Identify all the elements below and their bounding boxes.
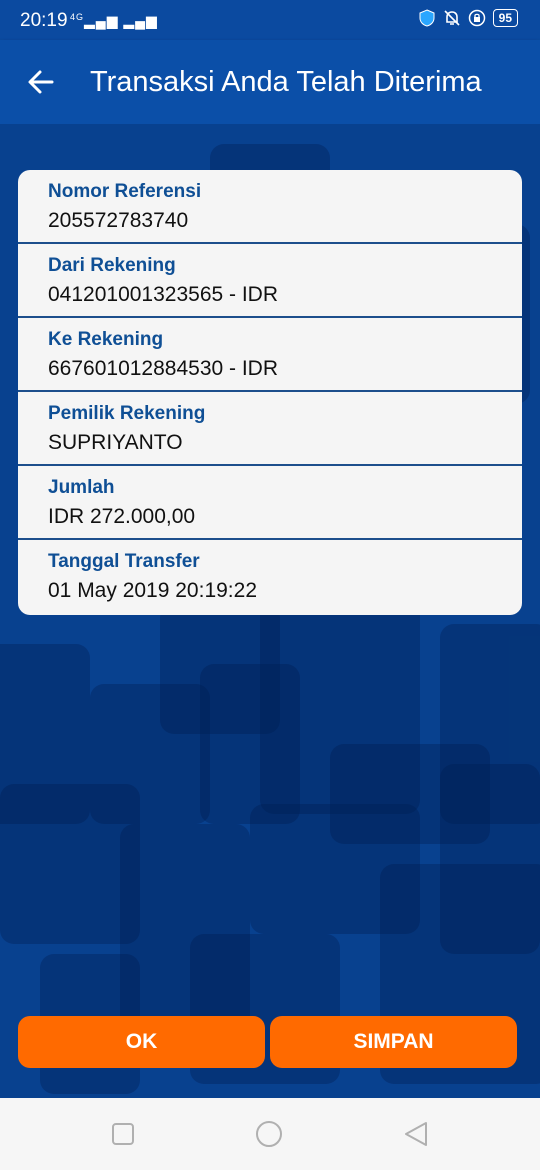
shield-icon [419, 9, 435, 27]
battery-indicator: 95 [492, 9, 518, 27]
detail-label: Jumlah [48, 477, 115, 498]
detail-value: 041201001323565 - IDR [48, 283, 279, 306]
status-bar: 20:19 4G▂▄▆ ▂▄▆ 95 [0, 0, 540, 40]
back-button[interactable] [24, 64, 60, 100]
save-button[interactable]: SIMPAN [270, 1016, 517, 1068]
detail-row-transfer-date: Tanggal Transfer 01 May 2019 20:19:22 [18, 540, 522, 614]
square-icon [112, 1123, 134, 1145]
bell-off-icon [444, 10, 460, 26]
detail-row-destination-account: Ke Rekening 667601012884530 - IDR [18, 318, 522, 392]
network-type: 4G [70, 12, 85, 22]
app-bar: Transaksi Anda Telah Diterima [0, 40, 540, 124]
detail-row-reference: Nomor Referensi 205572783740 [18, 170, 522, 244]
detail-row-account-owner: Pemilik Rekening SUPRIYANTO [18, 392, 522, 466]
detail-value: 205572783740 [48, 209, 189, 232]
transaction-details-card: Nomor Referensi 205572783740 Dari Rekeni… [18, 170, 522, 615]
lock-icon [468, 9, 485, 27]
detail-value: 01 May 2019 20:19:22 [48, 579, 257, 602]
triangle-back-icon [405, 1122, 427, 1146]
status-time: 20:19 [20, 10, 68, 31]
detail-value: SUPRIYANTO [48, 431, 183, 454]
status-icons: 95 [418, 9, 518, 27]
circle-icon [256, 1121, 282, 1147]
system-navigation-bar [0, 1098, 540, 1170]
ok-button[interactable]: OK [18, 1016, 265, 1068]
detail-value: IDR 272.000,00 [48, 505, 196, 528]
arrow-left-icon [28, 70, 54, 94]
back-nav-button[interactable] [400, 1118, 432, 1150]
detail-label: Ke Rekening [48, 329, 164, 350]
detail-label: Tanggal Transfer [48, 551, 200, 572]
detail-label: Pemilik Rekening [48, 403, 206, 424]
detail-row-amount: Jumlah IDR 272.000,00 [18, 466, 522, 540]
detail-value: 667601012884530 - IDR [48, 357, 279, 380]
detail-row-source-account: Dari Rekening 041201001323565 - IDR [18, 244, 522, 318]
signal-icon: 4G▂▄▆ ▂▄▆ [70, 12, 158, 29]
detail-label: Dari Rekening [48, 255, 176, 276]
home-button[interactable] [253, 1118, 285, 1150]
detail-label: Nomor Referensi [48, 181, 202, 202]
recent-apps-button[interactable] [107, 1118, 139, 1150]
page-title: Transaksi Anda Telah Diterima [90, 66, 482, 98]
